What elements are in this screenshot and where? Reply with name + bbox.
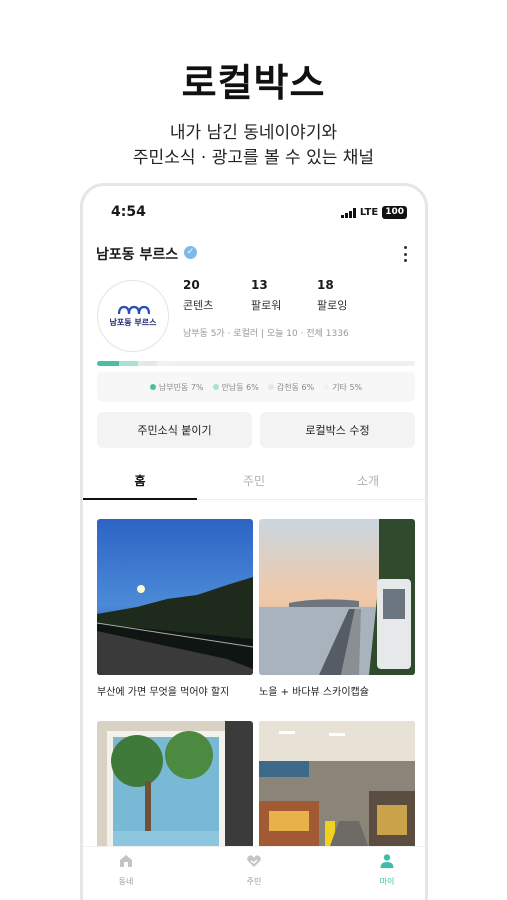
nav-my[interactable]: 마이 [347,853,425,887]
status-time: 4:54 [111,204,146,220]
distribution-segment [157,361,174,366]
logo-wave-icon [118,305,150,315]
distribution-bar [97,361,415,366]
tab-about[interactable]: 소개 [311,466,425,500]
status-bar: 4:54 LTE 100 [111,204,407,222]
nav-label: 주민 [246,877,262,886]
stat-label: 팔로잉 [317,299,348,312]
post-card[interactable]: 노을 + 바다뷰 스카이캡슐 [259,519,415,698]
heart-hands-icon [247,855,261,867]
legend-label: 기타 5% [332,382,363,392]
legend-dot [267,384,274,390]
phone-frame: 4:54 LTE 100 남포동 부르스 ✓ 남포동 부르스 20 콘텐츠 13… [80,183,428,900]
home-icon [120,855,132,867]
legend-label: 남부민동 7% [158,382,204,392]
promo-title: 로컬박스 [181,61,326,105]
profile-stats: 20 콘텐츠 13 팔로워 18 팔로잉 [183,278,403,318]
promo-subtitle-line1: 내가 남긴 동네이야기와 [169,123,338,143]
post-image-night-street [97,519,253,675]
tab-residents[interactable]: 주민 [197,466,311,500]
legend-item: 안남동 6% [212,382,259,393]
post-news-button[interactable]: 주민소식 붙이기 [97,412,252,448]
profile-meta: 남부동 5가 · 로컬러 | 오늘 10 · 전체 1336 [183,329,349,339]
legend-label: 감천동 6% [276,382,315,392]
nav-label: 동네 [118,877,134,886]
stat-value: 20 [183,278,200,292]
battery-icon: 100 [382,206,407,219]
stat-label: 콘텐츠 [183,299,214,312]
post-caption: 노을 + 바다뷰 스카이캡슐 [259,687,369,698]
nav-residents[interactable]: 주민 [214,853,294,887]
legend-item: 기타 5% [323,382,362,393]
person-icon [380,854,394,868]
legend-item: 감천동 6% [267,382,315,393]
channel-name: 남포동 부르스 [96,247,179,263]
more-options-icon[interactable] [402,246,408,262]
verified-icon: ✓ [184,246,197,259]
stat-value: 13 [251,278,268,292]
stat-following[interactable]: 18 팔로잉 [317,278,347,313]
legend-label: 안남동 6% [221,382,259,392]
distribution-legend: 남부민동 7% 안남동 6% 감천동 6% 기타 5% [97,372,415,402]
profile-header: 남포동 부르스 ✓ [96,244,412,264]
edit-localbox-button[interactable]: 로컬박스 수정 [260,412,415,448]
avatar-text: 남포동 부르스 [109,318,157,327]
post-caption: 부산에 가면 무엇을 먹어야 할지 [97,687,230,698]
distribution-segment [138,361,158,366]
promo-subtitle-line2: 주민소식 · 광고를 볼 수 있는 채널 [132,148,375,168]
tab-bar: 홈 주민 소개 [83,466,425,500]
network-label: LTE [359,207,379,218]
legend-item: 남부민동 7% [149,382,204,393]
nav-label: 마이 [379,877,395,886]
nav-neighborhood[interactable]: 동네 [86,853,166,887]
stat-label: 팔로워 [251,299,282,312]
stat-followers[interactable]: 13 팔로워 [251,278,281,313]
stat-value: 18 [317,278,334,292]
legend-dot [149,384,156,390]
post-card[interactable]: 부산에 가면 무엇을 먹어야 할지 [97,519,253,698]
avatar[interactable]: 남포동 부르스 [97,280,169,352]
bottom-nav: 동네 주민 마이 [83,846,425,896]
legend-dot [212,384,219,390]
legend-dot [323,384,330,390]
tab-home[interactable]: 홈 [83,466,197,500]
signal-icon [341,207,356,218]
distribution-segment [97,361,120,366]
stat-contents[interactable]: 20 콘텐츠 [183,278,213,313]
post-image-sky-capsule [259,519,415,675]
distribution-segment [119,361,139,366]
